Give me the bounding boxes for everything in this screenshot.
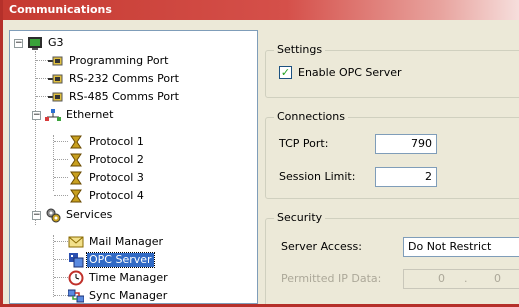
tree-connector — [54, 159, 68, 160]
tree-connector — [54, 277, 68, 278]
port-connector-icon — [48, 89, 64, 105]
tree-connector — [53, 135, 54, 191]
permitted-ip-label: Permitted IP Data: — [281, 272, 382, 285]
window-title: Communications — [3, 0, 519, 20]
tree-item-opc-server[interactable]: OPC Server — [68, 252, 155, 268]
tree-label: Mail Manager — [89, 235, 164, 248]
enable-opc-checkbox[interactable]: ✓ — [279, 66, 292, 79]
tree-label: Ethernet — [66, 108, 114, 121]
permitted-ip-input — [403, 269, 519, 289]
tree-item-time-manager[interactable]: Time Manager — [68, 270, 170, 286]
ethernet-network-icon — [45, 107, 61, 123]
navigation-tree[interactable]: − G3 Programming Port RS-232 Comms Port — [9, 30, 258, 304]
protocol-plug-icon — [68, 152, 84, 168]
connections-group: Connections TCP Port: 790 Session Limit:… — [265, 110, 519, 199]
gears-icon — [45, 207, 61, 223]
tree-connector — [54, 259, 68, 260]
tree-item-rs232-comms-port[interactable]: RS-232 Comms Port — [48, 71, 181, 87]
tree-connector — [54, 295, 68, 296]
group-title: Security — [274, 211, 326, 224]
tree-label: Protocol 2 — [89, 153, 144, 166]
tree-connector — [54, 177, 68, 178]
tcp-port-label: TCP Port: — [279, 137, 329, 150]
tree-item-sync-manager[interactable]: Sync Manager — [67, 288, 169, 303]
tree-connector — [54, 241, 68, 242]
expand-toggle-services[interactable]: − — [32, 211, 41, 220]
tree-connector — [54, 195, 68, 196]
tree-label: Protocol 1 — [89, 135, 144, 148]
tree-label: Time Manager — [89, 271, 168, 284]
protocol-plug-icon — [68, 134, 84, 150]
tree-label: Protocol 3 — [89, 171, 144, 184]
ip-octet-1: 0 — [438, 272, 445, 285]
tree-item-programming-port[interactable]: Programming Port — [48, 53, 170, 69]
tree-item-protocol-1[interactable]: Protocol 1 — [68, 134, 146, 150]
tree-item-protocol-4[interactable]: Protocol 4 — [68, 188, 146, 204]
tree-item-mail-manager[interactable]: Mail Manager — [68, 234, 165, 250]
group-title: Settings — [274, 43, 326, 56]
expand-toggle-ethernet[interactable]: − — [32, 111, 41, 120]
settings-group: Settings ✓ Enable OPC Server — [265, 43, 519, 98]
opc-server-icon — [68, 252, 84, 268]
expand-toggle-g3[interactable]: − — [14, 39, 23, 48]
tree-item-g3[interactable]: G3 — [27, 35, 66, 51]
session-limit-label: Session Limit: — [279, 170, 356, 183]
session-limit-input[interactable]: 2 — [375, 167, 437, 187]
protocol-plug-icon — [68, 170, 84, 186]
tree-connector — [53, 235, 54, 297]
port-connector-icon — [48, 53, 64, 69]
tree-connector — [54, 141, 68, 142]
tree-item-protocol-2[interactable]: Protocol 2 — [68, 152, 146, 168]
tree-label-selected: OPC Server — [86, 252, 155, 268]
tree-label: Sync Manager — [89, 289, 168, 302]
tree-label: Programming Port — [69, 54, 169, 67]
mail-envelope-icon — [68, 234, 84, 250]
opc-server-properties: Settings ✓ Enable OPC Server Connections… — [261, 30, 519, 304]
enable-opc-label: Enable OPC Server — [298, 66, 402, 79]
tree-item-protocol-3[interactable]: Protocol 3 — [68, 170, 146, 186]
tcp-port-input[interactable]: 790 — [375, 134, 437, 154]
tree-item-services[interactable]: Services — [45, 207, 114, 223]
protocol-plug-icon — [68, 188, 84, 204]
ip-octet-2: 0 — [494, 272, 501, 285]
security-group: Security Server Access: Do Not Restrict … — [265, 211, 519, 304]
communications-window: Communications − G3 Programming Port RS-… — [0, 0, 519, 307]
server-access-label: Server Access: — [281, 240, 362, 253]
tree-label: Services — [66, 208, 113, 221]
tree-item-rs485-comms-port[interactable]: RS-485 Comms Port — [48, 89, 181, 105]
tree-label: Protocol 4 — [89, 189, 144, 202]
ip-separator: . — [464, 272, 468, 285]
group-title: Connections — [274, 110, 348, 123]
clock-icon — [68, 270, 84, 286]
tree-label: RS-485 Comms Port — [69, 90, 179, 103]
tree-label: RS-232 Comms Port — [69, 72, 179, 85]
port-connector-icon — [48, 71, 64, 87]
tree-label: G3 — [48, 36, 64, 49]
sync-computers-icon — [67, 288, 85, 303]
tree-item-ethernet[interactable]: Ethernet — [45, 107, 115, 123]
server-access-select[interactable]: Do Not Restrict — [403, 237, 519, 257]
device-icon — [27, 35, 43, 51]
